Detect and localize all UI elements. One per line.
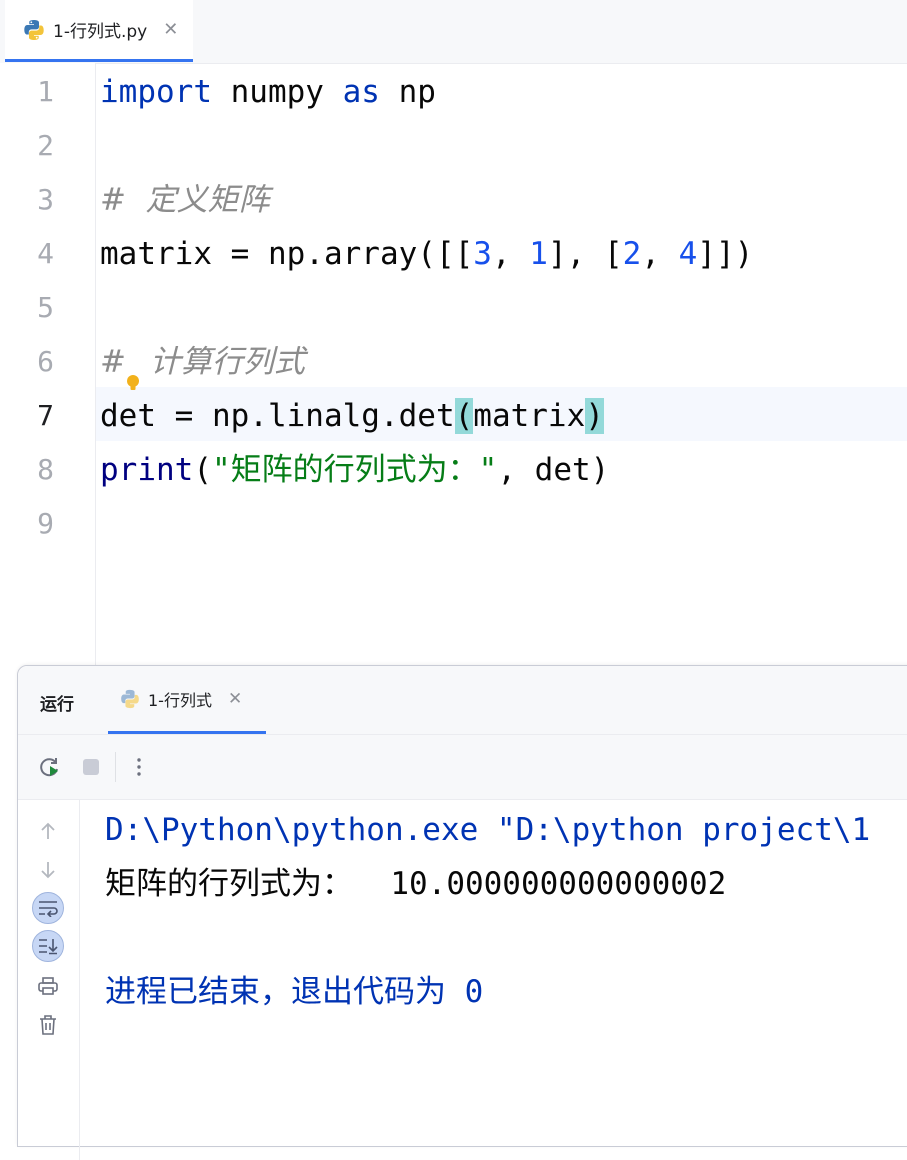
python-icon [120,689,140,709]
print-icon[interactable] [32,970,64,1002]
code-token: import [100,74,212,110]
code-line[interactable]: # 计算行列式 [100,335,305,390]
code-line[interactable]: print("矩阵的行列式为：", det) [100,443,609,497]
python-icon [23,19,45,41]
line-number: 2 [37,129,54,162]
more-vertical-icon[interactable] [127,755,151,779]
code-token: 1 [529,236,548,272]
code-token: "矩阵的行列式为：" [212,452,498,488]
line-number: 3 [37,183,54,216]
code-token: as [342,74,380,110]
code-token: 计算行列式 [139,344,305,380]
code-token: , [491,236,530,272]
run-toolbar [18,735,907,800]
code-line[interactable]: import numpy as np [100,65,436,119]
code-token: ( [193,452,212,488]
run-header: 运行 1-行列式 ✕ [18,666,907,735]
code-token: print [100,452,194,488]
toolbar-separator [115,752,116,782]
console-line: 进程已结束，退出代码为 0 [105,974,484,1010]
line-number: 8 [37,453,54,486]
scroll-up-icon[interactable] [32,815,64,847]
run-tool-window: 运行 1-行列式 ✕ D:\Python\python.exe "D:\pyth… [17,665,907,1160]
code-token: np [379,74,436,110]
editor-tab-bar: 1-行列式.py ✕ [0,0,907,64]
code-token: # [100,344,126,380]
rerun-icon[interactable] [38,755,62,779]
line-number: 6 [37,345,54,378]
code-line[interactable]: matrix = np.array([[3, 1], [2, 4]]) [100,227,753,281]
console-side-toolbar [18,800,80,1160]
run-tab-label: 1-行列式 [148,690,212,710]
line-number-gutter: 1 2 3 4 5 6 7 8 9 [0,63,96,668]
editor-tab-label: 1-行列式.py [53,22,148,42]
close-icon[interactable]: ✕ [228,689,242,709]
code-token: # 定义矩阵 [100,182,270,218]
code-token: matrix [473,398,586,434]
close-icon[interactable]: ✕ [163,19,178,40]
code-token: matrix = np.array([[ [100,236,474,272]
run-tab[interactable]: 1-行列式 ✕ [108,666,266,734]
code-token: ], [ [547,236,623,272]
code-token: 2 [622,236,642,272]
line-number: 5 [37,291,54,324]
line-number: 9 [37,507,54,540]
code-token: ( [454,398,474,434]
soft-wrap-icon[interactable] [32,892,64,924]
code-line[interactable]: # 定义矩阵 [100,173,270,227]
code-token: 4 [678,236,698,272]
line-number: 1 [37,75,54,108]
lightbulb-icon[interactable] [126,355,140,390]
code-token: ]]) [697,236,754,272]
code-token: det = np.linalg.det [100,398,455,434]
code-token: numpy [211,74,343,110]
trash-icon[interactable] [32,1009,64,1041]
code-token: 3 [473,236,492,272]
code-token: , det) [497,452,610,488]
line-number: 7 [37,399,54,432]
code-token: , [641,236,679,272]
scroll-down-icon[interactable] [32,854,64,886]
console-line: 矩阵的行列式为： 10.000000000000002 [105,866,727,902]
code-token: ) [585,398,604,434]
code-line[interactable]: det = np.linalg.det(matrix) [100,389,604,443]
scroll-to-end-icon[interactable] [32,930,64,962]
run-panel-title: 运行 [40,695,74,715]
stop-icon[interactable] [79,755,103,779]
console-line: D:\Python\python.exe "D:\python project\… [105,812,871,848]
editor-tab[interactable]: 1-行列式.py ✕ [5,0,193,62]
line-number: 4 [37,237,54,270]
